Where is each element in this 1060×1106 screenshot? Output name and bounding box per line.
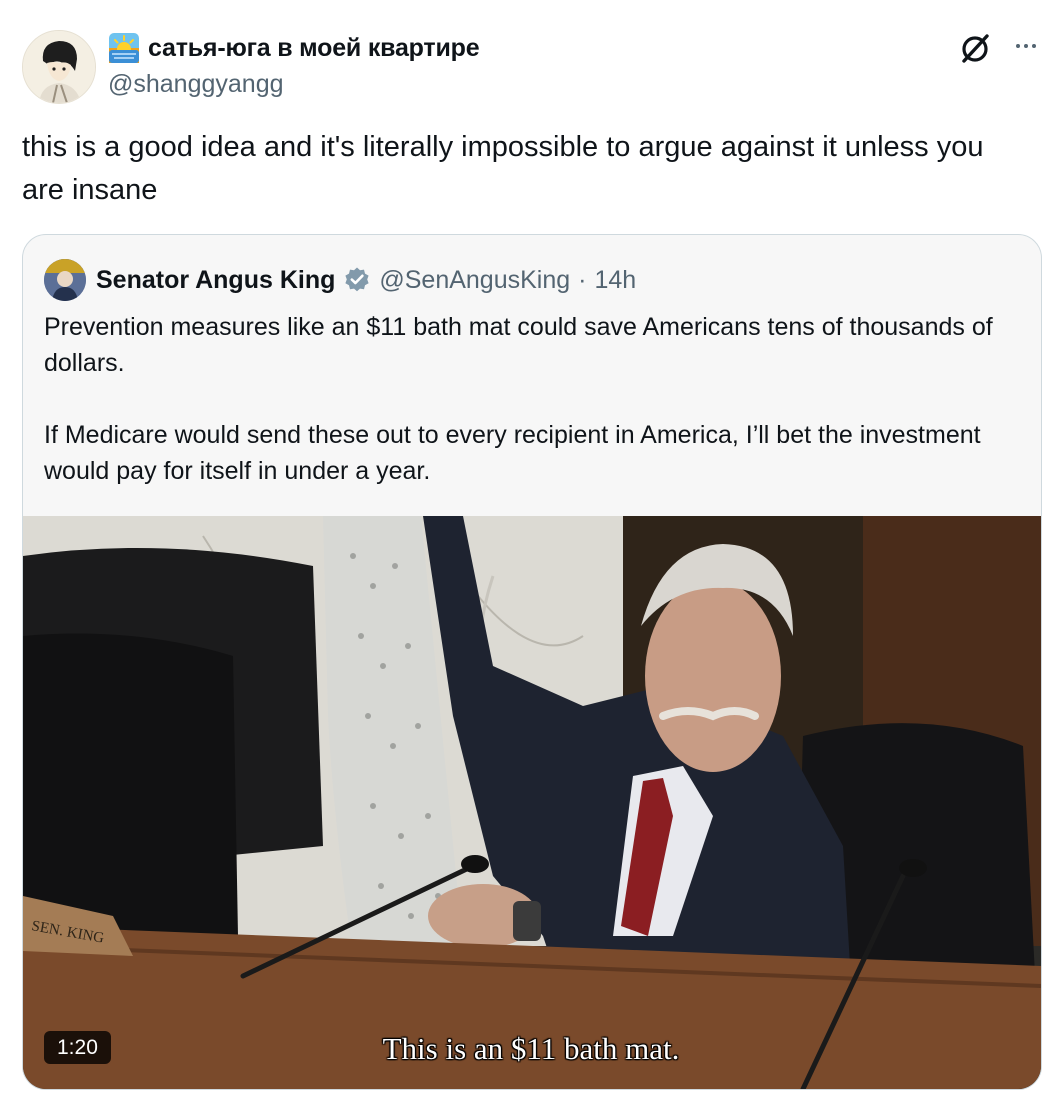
video-duration-badge: 1:20 — [44, 1031, 111, 1064]
quote-timestamp[interactable]: 14h — [594, 266, 636, 295]
meta-separator: · — [578, 265, 587, 294]
tweet-text: this is a good idea and it's literally i… — [22, 131, 984, 206]
quote-author-avatar[interactable] — [44, 259, 86, 301]
video-subtitle: This is an $11 bath mat. — [382, 1031, 680, 1066]
quote-paragraph: Prevention measures like an $11 bath mat… — [44, 313, 993, 377]
more-icon[interactable] — [1010, 30, 1042, 62]
author-avatar[interactable] — [22, 30, 96, 104]
video-player[interactable]: SEN. KING 1:20 This is an $11 bath mat. — [23, 516, 1041, 1089]
author-handle[interactable]: @shanggyangg — [108, 70, 284, 99]
quote-header: Senator Angus King @SenAngusKing · 14h — [44, 259, 636, 301]
author-display-name[interactable]: сатья-юга в моей квартире — [108, 32, 480, 64]
tweet: сатья-юга в моей квартире @shanggyangg t… — [0, 0, 1060, 1106]
video-frame: SEN. KING — [23, 516, 1041, 1089]
quoted-tweet[interactable]: Senator Angus King @SenAngusKing · 14h P… — [22, 234, 1042, 1090]
grok-icon[interactable] — [958, 30, 994, 66]
quote-author-handle[interactable]: @SenAngusKing — [379, 266, 570, 295]
display-name-text: сатья-юга в моей квартире — [148, 33, 480, 62]
quote-text: Prevention measures like an $11 bath mat… — [44, 309, 1004, 489]
sunrise-emoji-icon — [109, 33, 139, 63]
quote-author-name[interactable]: Senator Angus King — [96, 266, 335, 295]
verified-badge-icon — [345, 267, 369, 292]
quote-paragraph: If Medicare would send these out to ever… — [44, 421, 981, 485]
